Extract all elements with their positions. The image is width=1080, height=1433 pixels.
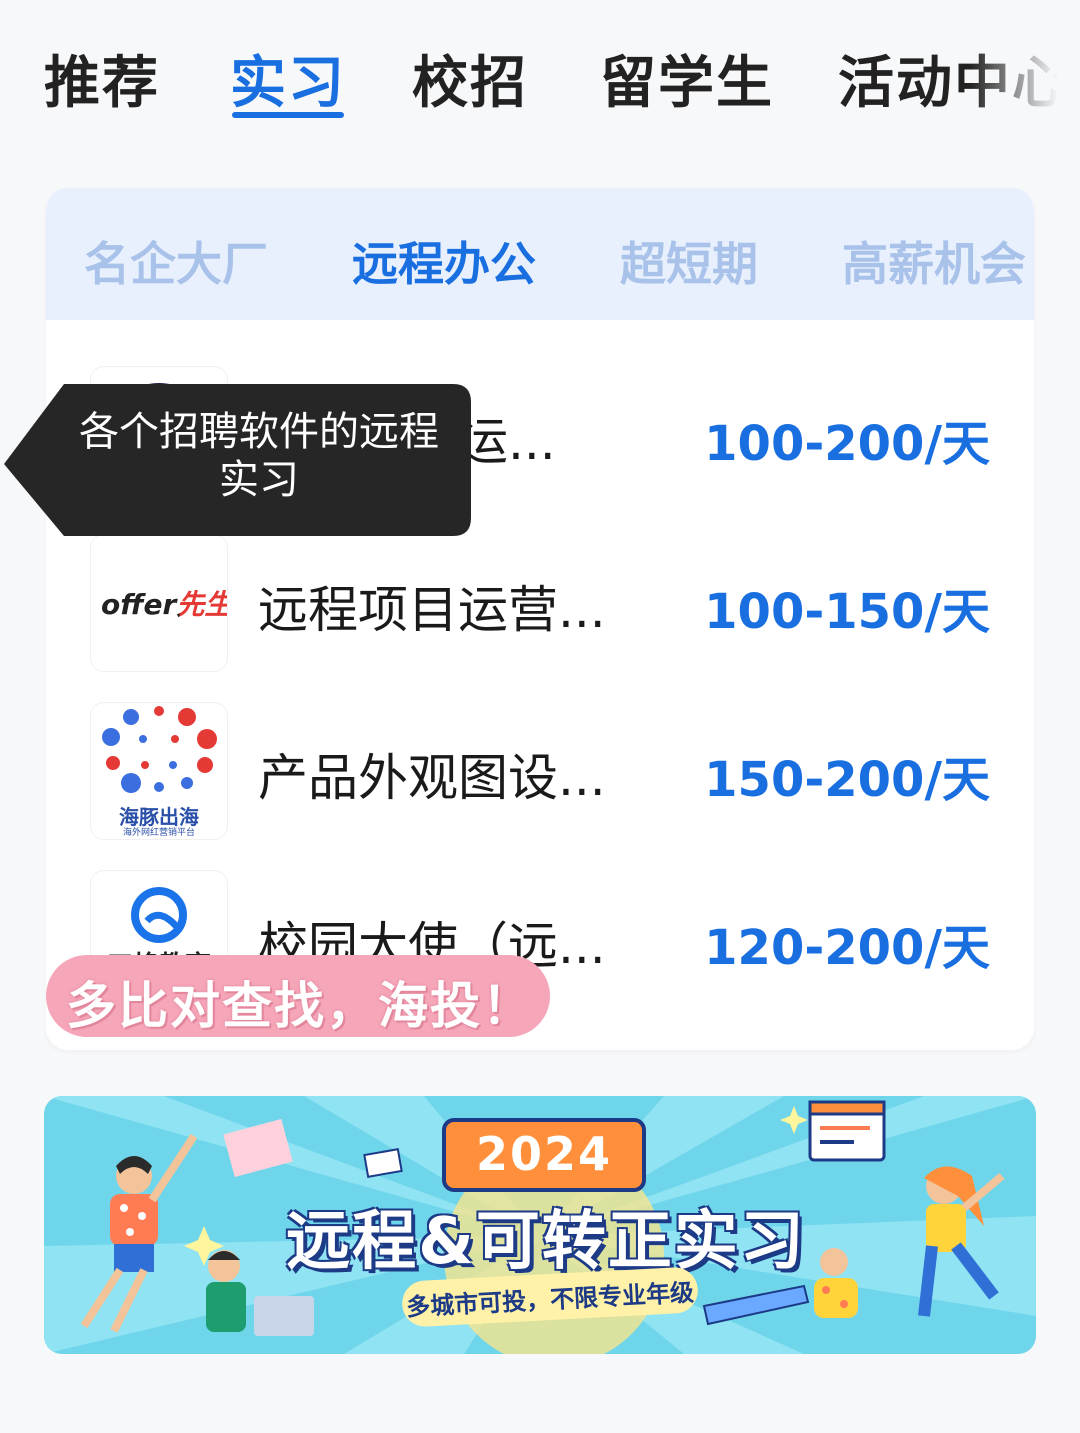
job-salary: 120-200/天 <box>704 920 990 976</box>
tab-label: 实习 <box>230 51 346 116</box>
haitun-chuhai-logo: 海豚出海 海外网红营销平台 <box>90 702 228 840</box>
banner-year-badge: 2024 <box>442 1118 646 1192</box>
tab-recommend[interactable]: 推荐 <box>44 38 160 119</box>
subtab-high-salary[interactable]: 高薪机会 <box>842 228 1026 294</box>
tab-internship[interactable]: 实习 <box>230 38 346 119</box>
job-title: 产品外观图设... <box>258 749 606 807</box>
tab-label: 留学生 <box>600 51 774 116</box>
subtab-big-companies[interactable]: 名企大厂 <box>84 228 268 294</box>
logo-subtext: 海外网红营销平台 <box>122 828 195 838</box>
offer-xiansheng-logo: offer先生 <box>90 534 228 672</box>
job-title: 远程项目运营... <box>258 581 606 639</box>
active-tab-indicator <box>232 112 344 118</box>
dot-ring-icon <box>102 706 217 793</box>
promo-banner[interactable]: 2024 远程&可转正实习 多城市可投，不限专业年级 <box>44 1096 1036 1354</box>
subtab-remote-work[interactable]: 远程办公 <box>352 228 536 294</box>
tab-campus-recruit[interactable]: 校招 <box>412 38 528 119</box>
job-list-card: 名企大厂 远程办公 超短期 高薪机会 软文电商运... 100-200/天 of… <box>46 188 1034 1050</box>
logo-text: offer先生 <box>101 588 227 621</box>
tab-overflow-fade <box>970 0 1080 130</box>
subtab-ultra-short[interactable]: 超短期 <box>620 228 758 294</box>
tab-label: 推荐 <box>44 51 160 116</box>
job-salary: 100-200/天 <box>704 416 990 472</box>
tooltip: 各个招聘软件的远程实习 <box>4 384 471 536</box>
job-salary: 100-150/天 <box>704 584 990 640</box>
job-salary: 150-200/天 <box>704 752 990 808</box>
tooltip-text: 各个招聘软件的远程实习 <box>79 409 439 503</box>
tab-overseas-students[interactable]: 留学生 <box>600 38 774 119</box>
sub-tab-bar: 名企大厂 远程办公 超短期 高薪机会 <box>46 188 1034 320</box>
job-row[interactable]: offer先生 远程项目运营... 100-150/天 <box>46 534 1034 702</box>
wave-q-icon <box>131 887 187 943</box>
banner-title: 远程&可转正实习 <box>286 1205 806 1279</box>
top-tab-bar: 推荐 实习 校招 留学生 活动中心 <box>0 0 1080 130</box>
sticker-text: 多比对查找，海投！ <box>66 977 534 1035</box>
tab-label: 校招 <box>412 51 528 116</box>
job-row[interactable]: 海豚出海 海外网红营销平台 产品外观图设... 150-200/天 <box>46 702 1034 870</box>
